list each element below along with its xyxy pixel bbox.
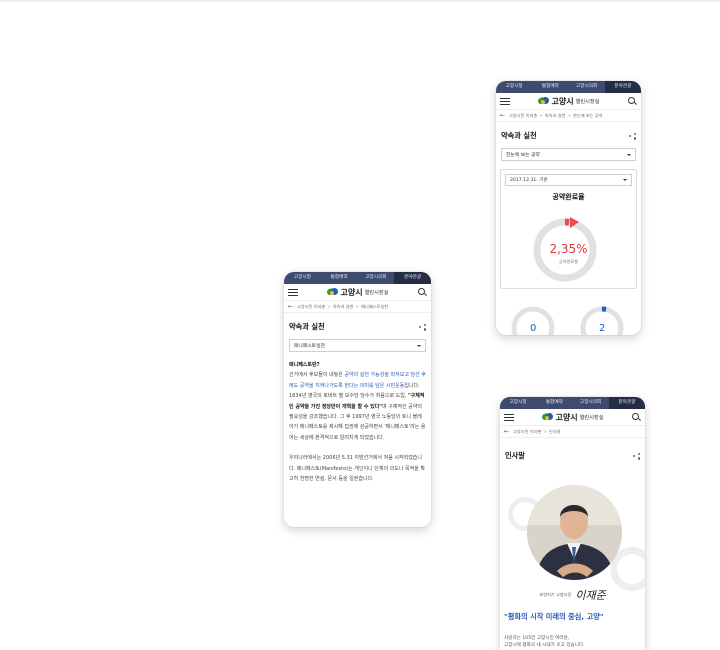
logo-city: 고양시 bbox=[340, 287, 363, 297]
top-nav-item[interactable]: 통합예약 bbox=[536, 397, 572, 409]
logo-subtitle: 열린시장실 bbox=[579, 414, 604, 421]
logo-city: 고양시 bbox=[551, 96, 574, 106]
top-nav: 고양시청 통합예약 고양시의회 분야관광 bbox=[284, 272, 431, 284]
menu-icon[interactable] bbox=[504, 413, 514, 421]
chevron-down-icon bbox=[623, 179, 627, 181]
header: 고양시 열린시장실 bbox=[284, 284, 431, 301]
phone-screen-manifesto: 고양시청 통합예약 고양시의회 분야관광 고양시 열린시장실 ← 고양시민 이자… bbox=[284, 272, 431, 527]
top-nav-item[interactable]: 고양시의회 bbox=[573, 397, 609, 409]
top-nav: 고양시청 통합예약 고양시의회 분야관광 bbox=[500, 397, 645, 409]
logo[interactable]: 고양시 열린시장실 bbox=[510, 96, 627, 107]
breadcrumb-separator-icon: > bbox=[327, 304, 331, 309]
signature-row: 호연지기 고양시장 이재준 bbox=[500, 587, 645, 603]
submenu-select[interactable]: 매니페스토실천 bbox=[289, 339, 426, 352]
logo-subtitle: 열린시장실 bbox=[364, 289, 389, 296]
breadcrumb: ← 고양시민 이자춘 > 약속과 실천 > 매니페스토실천 bbox=[284, 301, 431, 313]
article-paragraph: 우리나라에서는 2006년 5.31 지방선거에서 처음 시작되었습니다. 매니… bbox=[289, 455, 426, 483]
submenu-select-value: 매니페스토실천 bbox=[294, 344, 325, 349]
signature-caption: 호연지기 고양시장 bbox=[539, 592, 572, 597]
logo[interactable]: 고양시 열린시장실 bbox=[514, 412, 631, 423]
date-select[interactable]: 2017.12.31. 기준 bbox=[505, 174, 632, 186]
article-text: 선거에서 후보들이 내놓은 bbox=[289, 372, 345, 379]
greeting-line: 사랑하는 105만 고양시민 여러분, bbox=[504, 636, 570, 641]
breadcrumb-item[interactable]: 매니페스토실천 bbox=[361, 304, 388, 310]
back-arrow-icon[interactable]: ← bbox=[500, 112, 505, 119]
portrait-image bbox=[527, 485, 622, 580]
breadcrumb: ← 고양시민 이자춘 > 약속과 실천 > 한눈에 보는 공약 bbox=[496, 110, 641, 122]
back-arrow-icon[interactable]: ← bbox=[288, 303, 293, 310]
section-title-row: 약속과 실천 bbox=[284, 317, 431, 337]
breadcrumb-separator-icon: > bbox=[355, 304, 359, 309]
breadcrumb-item[interactable]: 고양시민 이자춘 bbox=[297, 304, 325, 310]
city-emblem-icon bbox=[540, 413, 554, 421]
top-nav-item[interactable]: 통합예약 bbox=[321, 272, 358, 284]
article-heading: 매니페스토란? bbox=[289, 362, 320, 368]
breadcrumb-item[interactable]: 약속과 실천 bbox=[333, 304, 354, 310]
top-divider bbox=[0, 0, 720, 2]
greeting-text: 사랑하는 105만 고양시민 여러분, 고양시에 평화의 새 시대가 오고 있습… bbox=[504, 635, 585, 649]
logo-subtitle: 열린시장실 bbox=[575, 98, 600, 105]
menu-icon[interactable] bbox=[288, 288, 298, 296]
manifesto-article: 매니페스토란? 선거에서 후보들이 내놓은 공약의 실천 가능성을 따져보고 당… bbox=[284, 354, 431, 484]
mayor-portrait bbox=[527, 485, 622, 580]
breadcrumb-item[interactable]: 약속과 실천 bbox=[545, 113, 566, 119]
top-nav-item[interactable]: 고양시의회 bbox=[358, 272, 395, 284]
top-nav-item[interactable]: 분야관광 bbox=[394, 272, 431, 284]
top-nav-item[interactable]: 고양시의회 bbox=[569, 81, 605, 93]
share-icon[interactable] bbox=[419, 323, 426, 331]
search-icon[interactable] bbox=[631, 412, 641, 422]
logo[interactable]: 고양시 열린시장실 bbox=[298, 287, 417, 298]
top-nav-item[interactable]: 고양시청 bbox=[496, 81, 532, 93]
breadcrumb-separator-icon: > bbox=[543, 429, 547, 434]
section-title-row: 약속과 실천 bbox=[496, 126, 641, 146]
share-icon[interactable] bbox=[629, 132, 636, 140]
header: 고양시 열린시장실 bbox=[500, 409, 645, 426]
completion-percent: 2,35% bbox=[549, 242, 588, 256]
breadcrumb-item[interactable]: 고양시민 이자춘 bbox=[513, 429, 541, 435]
top-nav-item[interactable]: 고양시청 bbox=[500, 397, 536, 409]
mayor-signature: 이재준 bbox=[575, 589, 606, 602]
city-emblem-icon bbox=[536, 97, 550, 105]
breadcrumb-item[interactable]: 인사말 bbox=[549, 429, 561, 435]
page-title: 약속과 실천 bbox=[289, 322, 325, 331]
breadcrumb-separator-icon: > bbox=[539, 113, 543, 118]
city-emblem-icon bbox=[325, 288, 339, 296]
top-nav: 고양시청 통합예약 고양시의회 분야관광 bbox=[496, 81, 641, 93]
greeting-line: 고양시에 평화의 새 시대가 오고 있습니다. bbox=[504, 643, 585, 648]
search-icon[interactable] bbox=[417, 287, 427, 297]
section-title-row: 인사말 bbox=[500, 446, 645, 466]
header: 고양시 열린시장실 bbox=[496, 93, 641, 110]
top-nav-item[interactable]: 분야관광 bbox=[608, 397, 645, 409]
breadcrumb: ← 고양시민 이자춘 > 인사말 bbox=[500, 426, 645, 438]
breadcrumb-separator-icon: > bbox=[567, 113, 571, 118]
back-arrow-icon[interactable]: ← bbox=[504, 428, 509, 435]
breadcrumb-item[interactable]: 고양시민 이자춘 bbox=[509, 113, 537, 119]
chevron-down-icon bbox=[417, 344, 421, 347]
phone-screen-greeting: 고양시청 통합예약 고양시의회 분야관광 고양시 열린시장실 ← 고양시민 이자… bbox=[500, 397, 645, 650]
breadcrumb-item[interactable]: 한눈에 보는 공약 bbox=[573, 113, 603, 119]
mini-gauge-value: 0 bbox=[530, 323, 537, 334]
top-nav-item[interactable]: 통합예약 bbox=[532, 81, 568, 93]
share-icon[interactable] bbox=[633, 452, 640, 460]
chevron-down-icon bbox=[627, 153, 631, 156]
date-select-value: 2017.12.31. 기준 bbox=[510, 178, 548, 183]
top-nav-item[interactable]: 고양시청 bbox=[284, 272, 321, 284]
menu-icon[interactable] bbox=[500, 97, 510, 105]
completion-label: 공약완료율 bbox=[552, 193, 585, 201]
page-title: 인사말 bbox=[505, 451, 525, 460]
submenu-select-value: 한눈에 보는 공약 bbox=[506, 153, 540, 158]
page-title: 약속과 실천 bbox=[501, 131, 537, 140]
phone-screen-pledges: 고양시청 통합예약 고양시의회 분야관광 고양시 열린시장실 ← 고양시민 이자… bbox=[496, 81, 641, 335]
gauge-caption: 공약완료율 bbox=[558, 259, 579, 264]
search-icon[interactable] bbox=[627, 96, 637, 106]
slogan: "평화의 시작 미래의 중심, 고양" bbox=[504, 612, 604, 621]
logo-city: 고양시 bbox=[555, 412, 578, 422]
top-nav-item[interactable]: 분야관광 bbox=[604, 81, 641, 93]
mini-gauge-value: 2 bbox=[599, 323, 606, 334]
submenu-select[interactable]: 한눈에 보는 공약 bbox=[501, 148, 636, 161]
